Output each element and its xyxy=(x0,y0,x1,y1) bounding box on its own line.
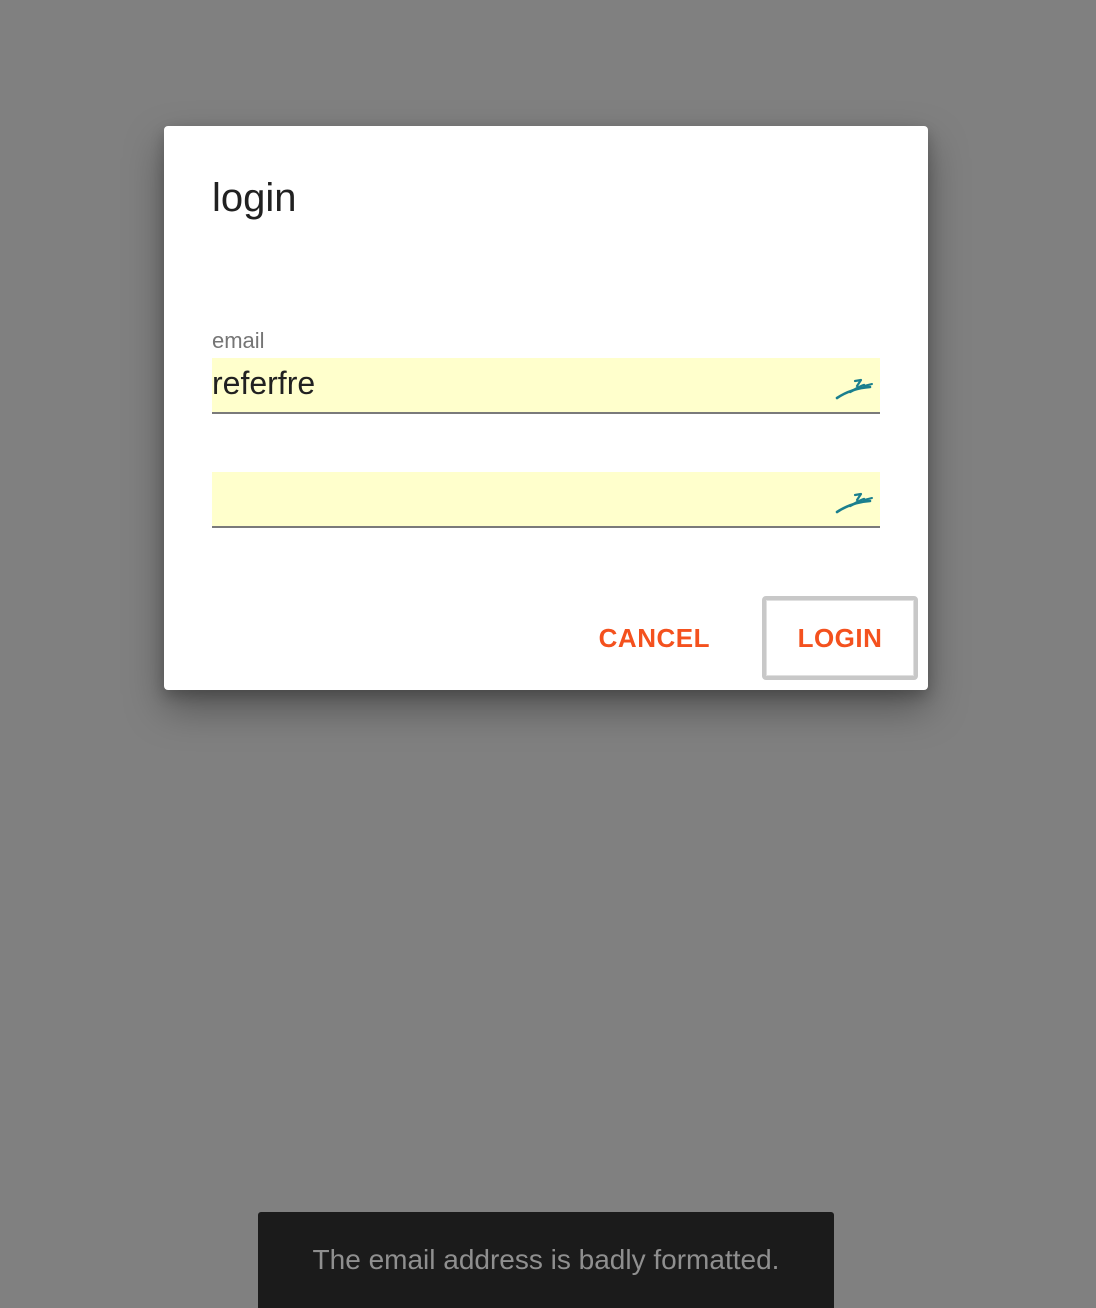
cancel-button[interactable]: CANCEL xyxy=(589,608,720,668)
dialog-actions: CANCEL LOGIN xyxy=(589,596,918,680)
snackbar: The email address is badly formatted. xyxy=(258,1212,834,1308)
password-field[interactable] xyxy=(212,472,812,522)
email-field[interactable] xyxy=(212,358,812,408)
snackbar-message: The email address is badly formatted. xyxy=(312,1244,780,1275)
autofill-icon[interactable] xyxy=(834,486,874,516)
email-field-container[interactable] xyxy=(212,358,880,414)
login-button[interactable]: LOGIN xyxy=(762,596,918,680)
login-dialog: login email CANCEL LOGIN xyxy=(164,126,928,690)
email-label: email xyxy=(212,328,265,353)
dialog-title: login xyxy=(212,176,297,220)
password-field-container[interactable] xyxy=(212,472,880,528)
autofill-icon[interactable] xyxy=(834,372,874,402)
